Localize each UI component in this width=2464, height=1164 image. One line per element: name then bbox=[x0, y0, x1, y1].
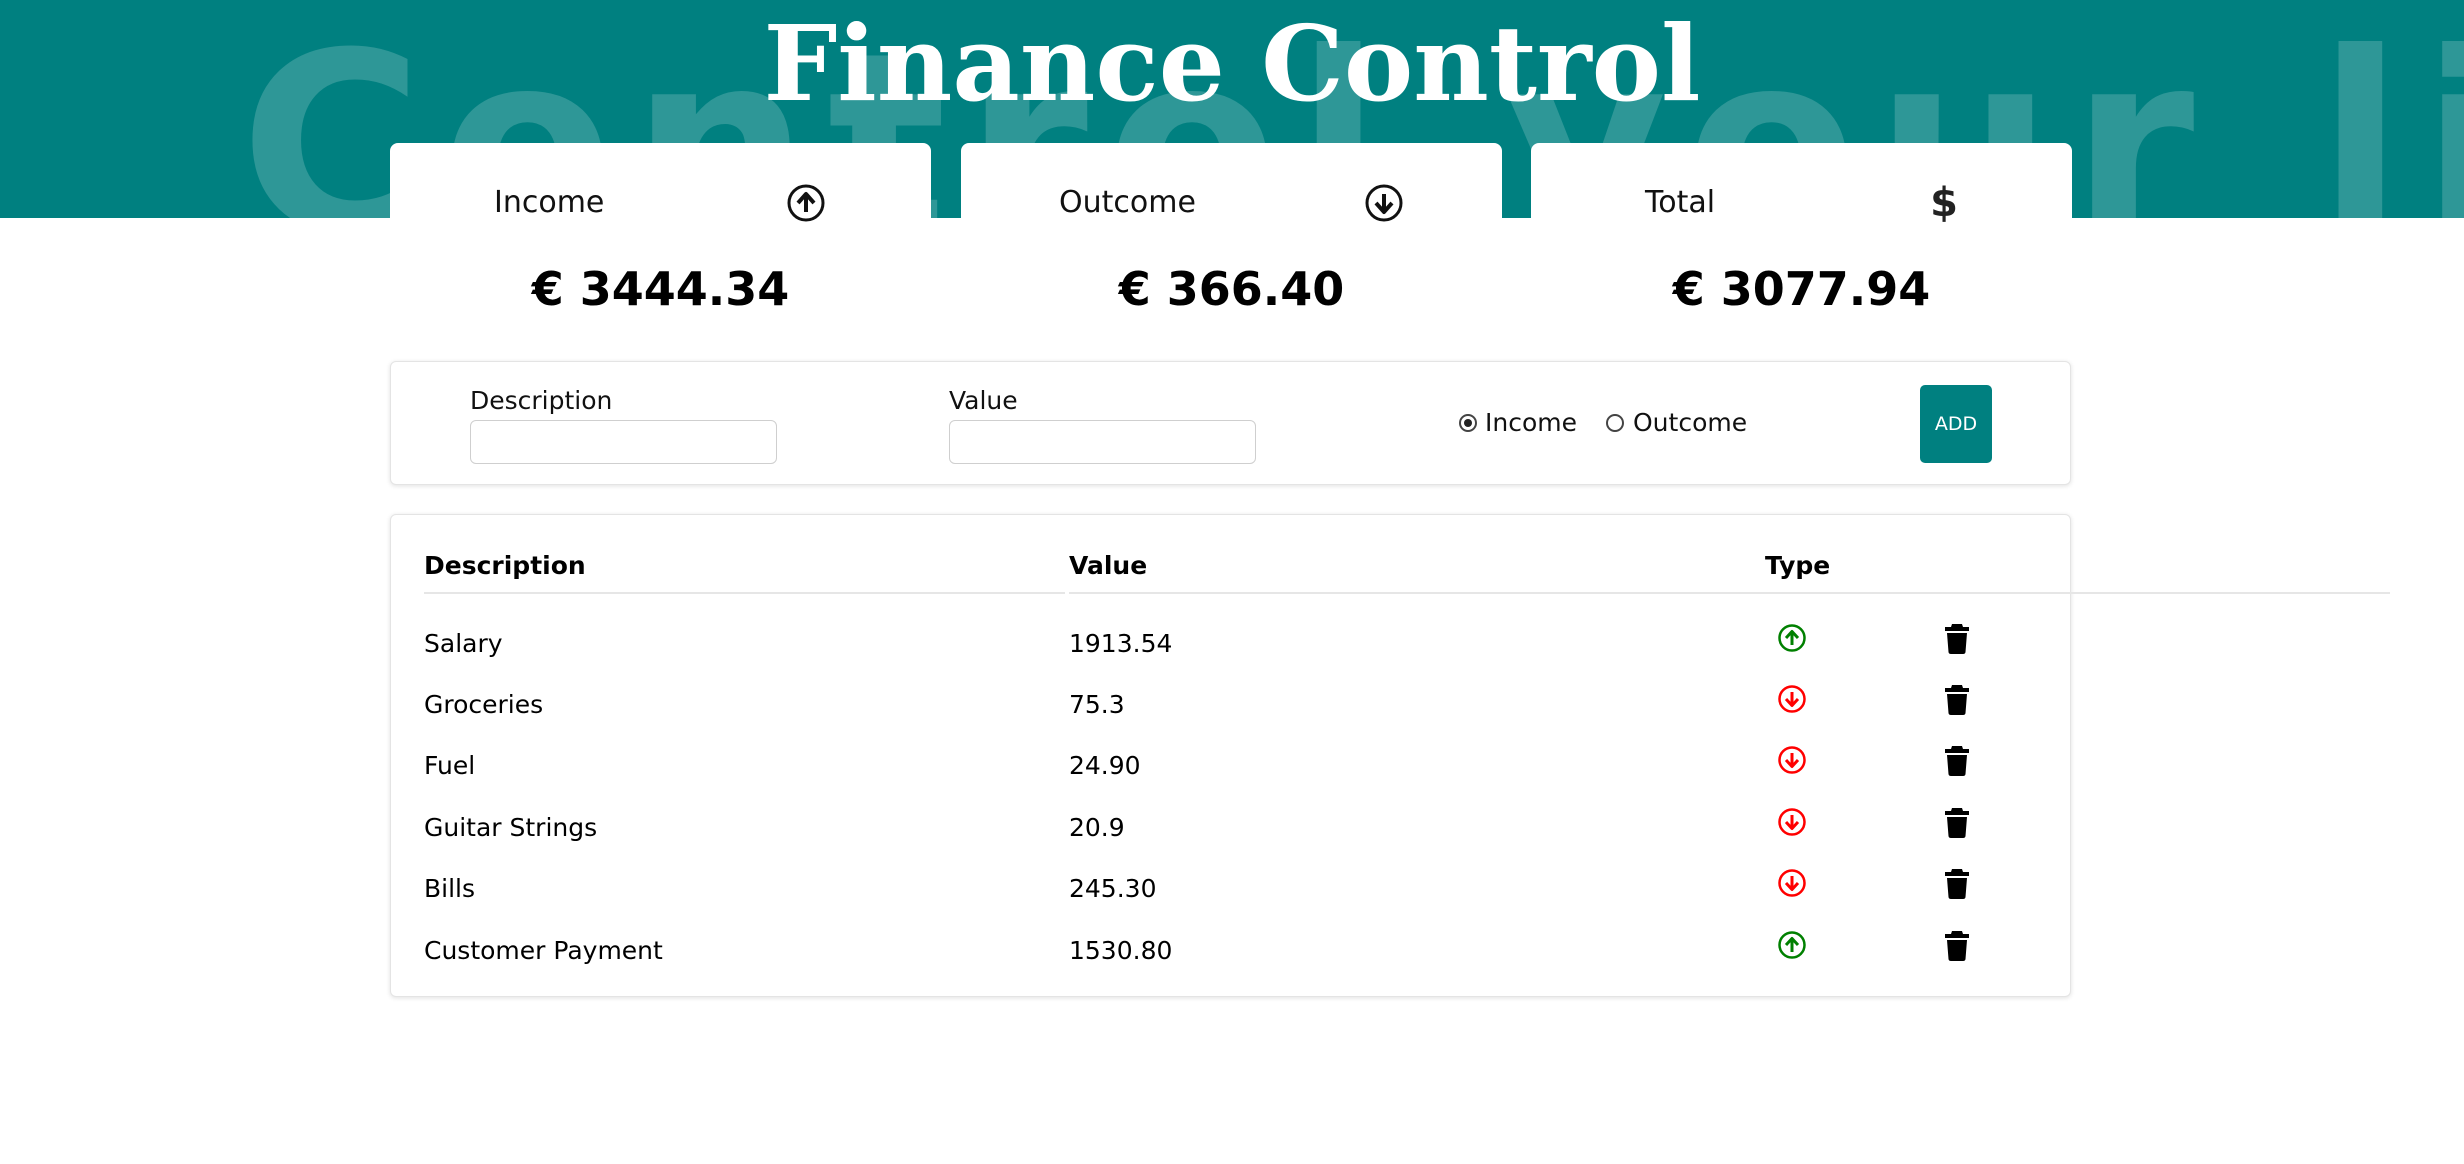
row-description: Bills bbox=[424, 874, 476, 903]
arrow-circle-up-icon bbox=[787, 184, 825, 222]
value-field-label: Value bbox=[949, 386, 1018, 415]
page-title: Finance Control bbox=[763, 2, 1701, 125]
header-divider bbox=[424, 592, 1065, 594]
header-divider bbox=[1877, 592, 2039, 594]
description-input[interactable] bbox=[470, 420, 777, 464]
outcome-card-value: € 366.40 bbox=[1118, 262, 1345, 316]
outcome-card-label: Outcome bbox=[1059, 185, 1196, 220]
column-header-value: Value bbox=[1069, 551, 1148, 580]
dollar-icon: $ bbox=[1930, 180, 1958, 226]
trash-icon[interactable] bbox=[1944, 929, 1970, 961]
table-row: Bills 245.30 bbox=[391, 859, 2070, 920]
transactions-table: Description Value Type Salary 1913.54 Gr… bbox=[390, 514, 2390, 997]
row-value: 75.3 bbox=[1069, 690, 1125, 719]
trash-icon[interactable] bbox=[1944, 683, 1970, 715]
total-card: Total $ € 3077.94 bbox=[1531, 143, 2072, 338]
arrow-circle-down-icon bbox=[1365, 184, 1403, 222]
row-value: 20.9 bbox=[1069, 813, 1125, 842]
outcome-radio[interactable] bbox=[1606, 414, 1624, 432]
table-row: Fuel 24.90 bbox=[391, 736, 2070, 797]
outcome-arrow-down-icon bbox=[1778, 746, 1806, 774]
row-value: 245.30 bbox=[1069, 874, 1157, 903]
add-transaction-form: Description Value Income Outcome ADD bbox=[390, 361, 2071, 485]
row-description: Groceries bbox=[424, 690, 544, 719]
total-card-value: € 3077.94 bbox=[1672, 262, 1931, 316]
outcome-arrow-down-icon bbox=[1778, 808, 1806, 836]
row-description: Customer Payment bbox=[424, 936, 663, 965]
description-field-label: Description bbox=[470, 386, 613, 415]
income-arrow-up-icon bbox=[1778, 931, 1806, 959]
column-header-description: Description bbox=[424, 551, 586, 580]
trash-icon[interactable] bbox=[1944, 622, 1970, 654]
trash-icon[interactable] bbox=[1944, 806, 1970, 838]
table-row: Guitar Strings 20.9 bbox=[391, 798, 2070, 859]
outcome-radio-label[interactable]: Outcome bbox=[1633, 407, 1747, 439]
row-description: Salary bbox=[424, 629, 503, 658]
row-description: Guitar Strings bbox=[424, 813, 598, 842]
row-value: 1913.54 bbox=[1069, 629, 1173, 658]
value-input[interactable] bbox=[949, 420, 1256, 464]
outcome-arrow-down-icon bbox=[1778, 685, 1806, 713]
total-card-label: Total bbox=[1645, 185, 1716, 220]
trash-icon[interactable] bbox=[1944, 867, 1970, 899]
row-value: 24.90 bbox=[1069, 751, 1141, 780]
table-row: Groceries 75.3 bbox=[391, 675, 2070, 736]
trash-icon[interactable] bbox=[1944, 744, 1970, 776]
column-header-type: Type bbox=[1765, 551, 1831, 580]
row-value: 1530.80 bbox=[1069, 936, 1173, 965]
income-card: Income € 3444.34 bbox=[390, 143, 931, 338]
outcome-card: Outcome € 366.40 bbox=[961, 143, 1502, 338]
table-row: Salary 1913.54 bbox=[391, 614, 2070, 675]
income-radio-label[interactable]: Income bbox=[1485, 407, 1577, 439]
outcome-arrow-down-icon bbox=[1778, 869, 1806, 897]
add-button[interactable]: ADD bbox=[1920, 385, 1992, 463]
income-radio[interactable] bbox=[1459, 414, 1477, 432]
table-row: Customer Payment 1530.80 bbox=[391, 921, 2070, 982]
row-description: Fuel bbox=[424, 751, 476, 780]
income-arrow-up-icon bbox=[1778, 624, 1806, 652]
income-card-value: € 3444.34 bbox=[531, 262, 790, 316]
header-divider bbox=[1716, 592, 1874, 594]
income-card-label: Income bbox=[494, 185, 605, 220]
